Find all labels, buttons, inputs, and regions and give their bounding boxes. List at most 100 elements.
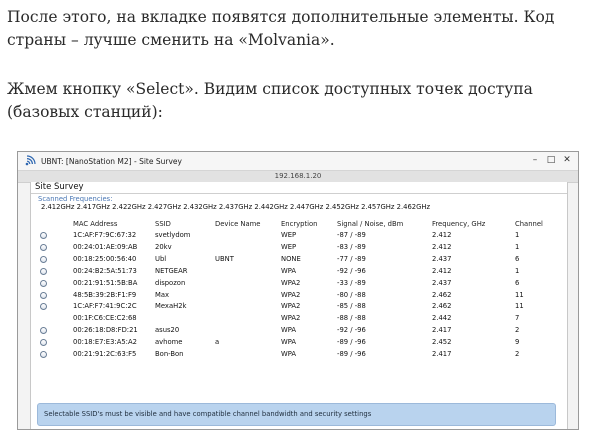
row-encryption: WPA2 bbox=[281, 290, 301, 299]
row-mac: 48:5B:39:2B:F1:F9 bbox=[73, 290, 137, 299]
row-frequency: 2.437 bbox=[432, 254, 452, 263]
select-radio[interactable] bbox=[40, 351, 47, 358]
row-mac: 00:24:01:AE:09:AB bbox=[73, 242, 138, 251]
row-signal-noise: -88 / -88 bbox=[337, 314, 366, 323]
table-row: 00:1F:C6:CE:C2:68 WPA2 -88 / -88 2.442 7 bbox=[31, 313, 567, 324]
row-frequency: 2.417 bbox=[432, 326, 452, 335]
column-header-device[interactable]: Device Name bbox=[215, 219, 260, 230]
window-title: UBNT: [NanoStation M2] - Site Survey bbox=[41, 156, 182, 166]
column-header-channel[interactable]: Channel bbox=[515, 219, 543, 230]
row-signal-noise: -89 / -96 bbox=[337, 350, 366, 358]
row-frequency: 2.452 bbox=[432, 338, 452, 347]
row-encryption: WPA2 bbox=[281, 278, 301, 287]
column-header-signal[interactable]: Signal / Noise, dBm bbox=[337, 219, 403, 230]
row-channel: 1 bbox=[515, 242, 520, 251]
antenna-signal-icon bbox=[23, 154, 37, 168]
row-encryption: WPA2 bbox=[281, 302, 301, 311]
article-paragraph-1: После этого, на вкладке появятся дополни… bbox=[7, 8, 555, 49]
select-radio[interactable] bbox=[40, 327, 47, 335]
row-signal-noise: -33 / -89 bbox=[337, 278, 366, 287]
selectable-ssid-note: Selectable SSID's must be visible and ha… bbox=[37, 403, 556, 426]
row-ssid: Max bbox=[155, 290, 170, 299]
row-channel: 9 bbox=[515, 338, 520, 347]
select-radio[interactable] bbox=[40, 243, 47, 251]
row-encryption: WPA bbox=[281, 350, 297, 358]
row-mac: 00:21:91:2C:63:F5 bbox=[73, 350, 137, 358]
row-ssid: dispozon bbox=[155, 278, 186, 287]
row-signal-noise: -89 / -96 bbox=[337, 338, 366, 347]
window-titlebar: UBNT: [NanoStation M2] - Site Survey – □… bbox=[18, 152, 578, 171]
row-ssid: Bon-Bon bbox=[155, 350, 184, 358]
select-radio[interactable] bbox=[40, 303, 47, 311]
row-frequency: 2.417 bbox=[432, 350, 452, 358]
select-radio[interactable] bbox=[40, 267, 47, 275]
scanned-frequencies-list: 2.412GHz 2.417GHz 2.422GHz 2.427GHz 2.43… bbox=[41, 203, 431, 211]
row-signal-noise: -85 / -88 bbox=[337, 302, 366, 311]
table-header: MAC Address SSID Device Name Encryption … bbox=[31, 219, 567, 229]
table-row: 00:18:E7:E3:A5:A2 avhome a WPA -89 / -96 2.45… bbox=[31, 337, 567, 348]
site-survey-window: UBNT: [NanoStation M2] - Site Survey – □… bbox=[17, 151, 579, 430]
select-radio[interactable] bbox=[40, 339, 47, 347]
row-ssid: 20kv bbox=[155, 242, 172, 251]
table-row: 00:21:91:2C:63:F5 Bon-Bon WPA -89 / -96 2.41… bbox=[31, 349, 567, 360]
minimize-button[interactable]: – bbox=[528, 154, 542, 167]
row-mac: 00:1F:C6:CE:C2:68 bbox=[73, 314, 137, 323]
select-radio[interactable] bbox=[40, 291, 47, 299]
maximize-button[interactable]: □ bbox=[544, 154, 558, 167]
column-header-ssid[interactable]: SSID bbox=[155, 219, 171, 230]
row-ssid: avhome bbox=[155, 338, 183, 347]
row-ssid: asus20 bbox=[155, 326, 180, 335]
section-title: Site Survey bbox=[35, 182, 84, 192]
row-device-name: a bbox=[215, 338, 220, 347]
row-ssid: svetlydom bbox=[155, 231, 191, 239]
table-row: 1C:AF:F7:9C:67:32 svetlydom WEP -87 / -89 2.… bbox=[31, 230, 567, 241]
row-channel: 7 bbox=[515, 314, 520, 323]
row-frequency: 2.442 bbox=[432, 314, 452, 323]
row-frequency: 2.462 bbox=[432, 302, 452, 311]
row-channel: 11 bbox=[515, 302, 524, 311]
table-row: 1C:AF:F7:41:9C:2C MexaH2k WPA2 -85 / -88 2.4… bbox=[31, 301, 567, 312]
row-channel: 1 bbox=[515, 266, 520, 275]
row-frequency: 2.462 bbox=[432, 290, 452, 299]
row-frequency: 2.412 bbox=[432, 231, 452, 239]
table-row: 00:26:18:D8:FD:21 asus20 WPA -92 / -96 2.417… bbox=[31, 325, 567, 336]
column-header-frequency[interactable]: Frequency, GHz bbox=[432, 219, 485, 230]
row-signal-noise: -77 / -89 bbox=[337, 254, 366, 263]
row-ssid: MexaH2k bbox=[155, 302, 187, 311]
table-row: 00:18:25:00:56:40 Ubl UBNT NONE -77 / -89 2.4… bbox=[31, 254, 567, 265]
row-channel: 6 bbox=[515, 278, 520, 287]
select-radio[interactable] bbox=[40, 255, 47, 263]
row-ssid: Ubl bbox=[155, 254, 167, 263]
select-radio[interactable] bbox=[40, 279, 47, 287]
table-row: 00:21:91:51:5B:BA dispozon WPA2 -33 / -89 2.… bbox=[31, 278, 567, 289]
table-row: 00:24:B2:5A:51:73 NETGEAR WPA -92 / -96 2.41… bbox=[31, 266, 567, 277]
row-signal-noise: -92 / -96 bbox=[337, 266, 366, 275]
column-header-encryption[interactable]: Encryption bbox=[281, 219, 318, 230]
row-channel: 2 bbox=[515, 350, 520, 358]
row-signal-noise: -80 / -88 bbox=[337, 290, 366, 299]
select-radio[interactable] bbox=[40, 232, 47, 239]
close-button[interactable]: ✕ bbox=[560, 154, 574, 167]
row-mac: 00:18:E7:E3:A5:A2 bbox=[73, 338, 137, 347]
row-signal-noise: -83 / -89 bbox=[337, 242, 366, 251]
row-device-name: UBNT bbox=[215, 254, 234, 263]
row-frequency: 2.412 bbox=[432, 242, 452, 251]
row-encryption: WPA bbox=[281, 338, 297, 347]
row-mac: 00:21:91:51:5B:BA bbox=[73, 278, 138, 287]
row-signal-noise: -87 / -89 bbox=[337, 231, 366, 239]
row-frequency: 2.437 bbox=[432, 278, 452, 287]
row-channel: 6 bbox=[515, 254, 520, 263]
scanned-frequencies-label: Scanned Frequencies: bbox=[38, 195, 113, 203]
row-channel: 1 bbox=[515, 231, 520, 239]
column-header-mac[interactable]: MAC Address bbox=[73, 219, 117, 230]
section-divider bbox=[31, 193, 567, 194]
table-row: 00:24:01:AE:09:AB 20kv WEP -83 / -89 2.412 1 bbox=[31, 242, 567, 253]
row-channel: 11 bbox=[515, 290, 524, 299]
row-mac: 00:24:B2:5A:51:73 bbox=[73, 266, 137, 275]
site-survey-panel: Site Survey Scanned Frequencies: 2.412GH… bbox=[30, 182, 568, 429]
row-encryption: WEP bbox=[281, 242, 297, 251]
row-encryption: WPA bbox=[281, 326, 297, 335]
row-mac: 00:18:25:00:56:40 bbox=[73, 254, 137, 263]
row-encryption: NONE bbox=[281, 254, 301, 263]
row-encryption: WPA bbox=[281, 266, 297, 275]
